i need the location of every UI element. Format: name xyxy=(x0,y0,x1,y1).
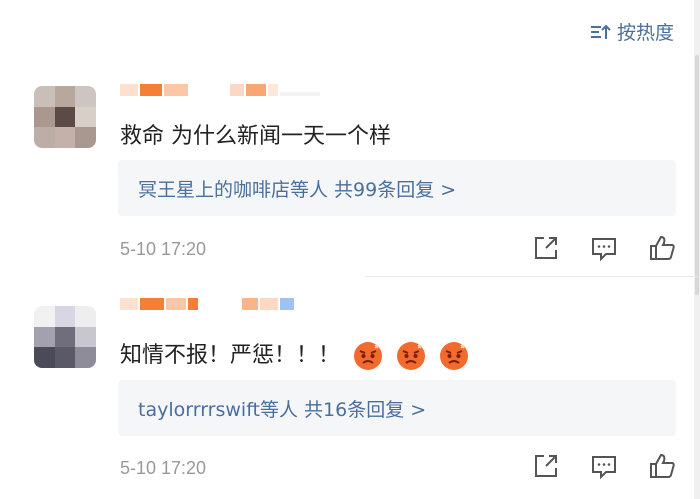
scrollbar[interactable] xyxy=(694,0,700,499)
angry-face-icon xyxy=(440,342,469,370)
sort-label: 按热度 xyxy=(616,23,674,44)
comment-timestamp: 5-10 17:20 xyxy=(120,458,207,478)
comment-actions xyxy=(532,452,676,480)
comment-text-content: 知情不报！严惩！！！ xyxy=(120,343,341,368)
reply-summary-box[interactable]: 冥王星上的咖啡店等人 共99条回复 > xyxy=(118,160,676,216)
share-icon[interactable] xyxy=(532,234,560,262)
reply-summary-link[interactable]: taylorrrrswift等人 共16条回复 > xyxy=(138,395,426,422)
comment-timestamp: 5-10 17:20 xyxy=(120,239,207,259)
username-blurred[interactable] xyxy=(120,84,320,102)
comment-text: 救命 为什么新闻一天一个样 xyxy=(120,124,391,149)
divider xyxy=(365,276,700,277)
sort-by-hot-button[interactable]: 按热度 xyxy=(589,18,674,45)
reply-summary-link[interactable]: 冥王星上的咖啡店等人 共99条回复 > xyxy=(138,175,456,202)
angry-face-icon xyxy=(397,342,426,370)
comment-icon[interactable] xyxy=(590,234,618,262)
username-blurred[interactable] xyxy=(120,298,294,316)
reply-summary-box[interactable]: taylorrrrswift等人 共16条回复 > xyxy=(118,380,676,436)
comment-actions xyxy=(532,234,676,262)
like-icon[interactable] xyxy=(648,452,676,480)
like-icon[interactable] xyxy=(648,234,676,262)
scrollbar-thumb[interactable] xyxy=(695,55,699,295)
angry-face-icon xyxy=(354,342,383,370)
avatar[interactable] xyxy=(34,306,96,368)
share-icon[interactable] xyxy=(532,452,560,480)
sort-hot-icon xyxy=(590,24,611,39)
avatar[interactable] xyxy=(34,86,96,148)
comment-text: 知情不报！严惩！！！ xyxy=(120,337,469,371)
comment-icon[interactable] xyxy=(590,452,618,480)
